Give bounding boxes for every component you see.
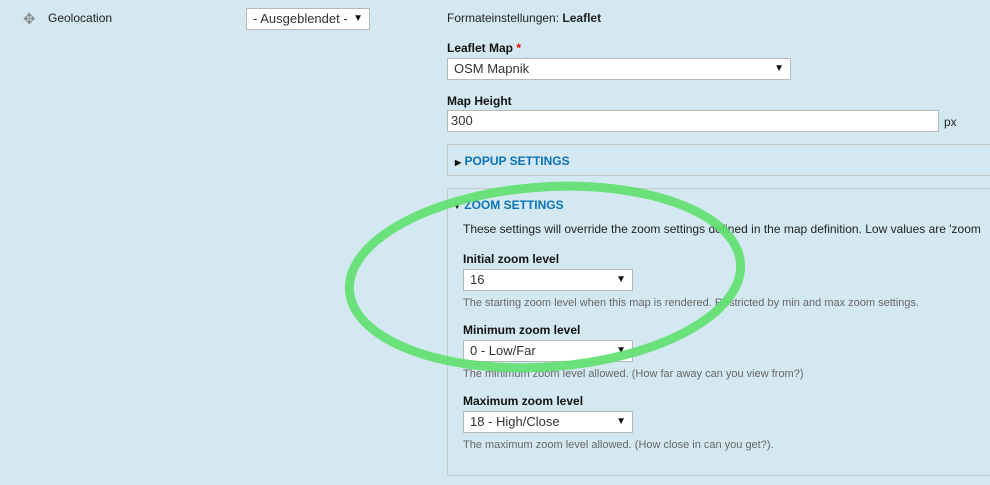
map-height-label: Map Height	[447, 94, 512, 108]
visibility-select[interactable]: - Ausgeblendet - ▼	[246, 8, 370, 30]
chevron-down-icon: ▼	[616, 416, 626, 427]
maximum-zoom-value: 18 - High/Close	[470, 414, 560, 429]
format-settings-title: Formateinstellungen: Leaflet	[447, 11, 601, 25]
chevron-down-icon: ▼	[616, 274, 626, 285]
maximum-zoom-select[interactable]: 18 - High/Close ▼	[463, 411, 633, 433]
zoom-legend: ZOOM SETTINGS	[464, 198, 564, 212]
map-height-value: 300	[451, 113, 473, 128]
caret-right-icon: ▶	[455, 158, 462, 167]
required-mark: *	[516, 41, 522, 55]
title-prefix: Formateinstellungen:	[447, 11, 560, 25]
initial-zoom-desc: The starting zoom level when this map is…	[463, 297, 920, 309]
field-label: Geolocation	[48, 11, 113, 25]
minimum-zoom-desc: The minimum zoom level allowed. (How far…	[463, 368, 804, 380]
minimum-zoom-value: 0 - Low/Far	[470, 343, 536, 358]
minimum-zoom-label: Minimum zoom level	[463, 323, 581, 337]
leaflet-map-select[interactable]: OSM Mapnik ▼	[447, 58, 791, 80]
visibility-value: - Ausgeblendet -	[253, 11, 348, 26]
maximum-zoom-desc: The maximum zoom level allowed. (How clo…	[463, 439, 774, 451]
chevron-down-icon: ▼	[774, 63, 784, 74]
initial-zoom-label: Initial zoom level	[463, 252, 560, 266]
map-height-input[interactable]: 300	[447, 110, 939, 132]
leaflet-map-label-text: Leaflet Map	[447, 41, 514, 55]
zoom-description: These settings will override the zoom se…	[463, 222, 981, 236]
chevron-down-icon: ▼	[353, 13, 363, 24]
popup-legend: POPUP SETTINGS	[464, 154, 570, 168]
leaflet-map-value: OSM Mapnik	[454, 61, 530, 76]
zoom-settings-toggle[interactable]: ▼ ZOOM SETTINGS	[453, 198, 564, 212]
minimum-zoom-select[interactable]: 0 - Low/Far ▼	[463, 340, 633, 362]
popup-settings-toggle[interactable]: ▶ POPUP SETTINGS	[455, 154, 570, 168]
leaflet-map-label: Leaflet Map *	[447, 41, 521, 55]
map-height-unit: px	[944, 115, 957, 129]
drag-handle-icon[interactable]: ✥	[23, 10, 36, 28]
maximum-zoom-label: Maximum zoom level	[463, 394, 584, 408]
caret-down-icon: ▼	[453, 202, 461, 211]
initial-zoom-select[interactable]: 16 ▼	[463, 269, 633, 291]
initial-zoom-value: 16	[470, 272, 485, 287]
title-value: Leaflet	[562, 11, 602, 25]
chevron-down-icon: ▼	[616, 345, 626, 356]
